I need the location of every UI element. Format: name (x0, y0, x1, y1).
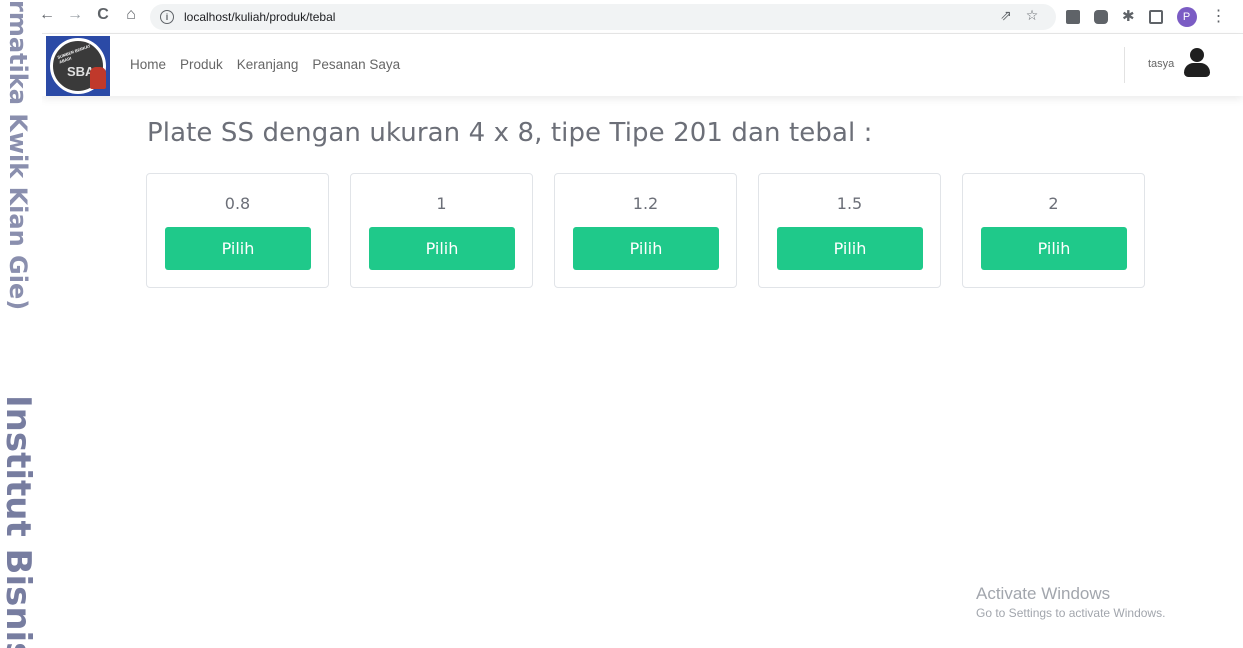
watermark-text-top: rmatika Kwik Kian Gie) (4, 0, 32, 311)
activate-windows-subtitle: Go to Settings to activate Windows. (976, 606, 1166, 620)
menu-item-keranjang[interactable]: Keranjang (237, 57, 299, 72)
thickness-card: 1.5 Pilih (758, 173, 941, 288)
address-bar[interactable]: i localhost/kuliah/produk/tebal (150, 4, 1056, 30)
browser-toolbar: ← → C ⌂ i localhost/kuliah/produk/tebal … (0, 0, 1243, 34)
user-avatar-icon[interactable] (1182, 48, 1212, 78)
browser-nav-group: ← → C ⌂ (36, 6, 142, 24)
extensions-puzzle-icon[interactable]: ✱ (1122, 9, 1135, 24)
share-icon[interactable]: ⇗ (1000, 7, 1012, 24)
extension-icon[interactable] (1066, 10, 1080, 24)
pilih-button[interactable]: Pilih (981, 227, 1127, 270)
app-navbar: SUMBER BERKAT ABADI SBA Home Produk Kera… (42, 34, 1243, 96)
site-info-icon[interactable]: i (160, 10, 174, 24)
address-actions: ⇗ ☆ (1000, 7, 1038, 24)
thickness-value: 0.8 (224, 194, 251, 213)
side-panel-icon[interactable] (1148, 10, 1163, 24)
pilih-button[interactable]: Pilih (777, 227, 923, 270)
menu-item-home[interactable]: Home (130, 57, 166, 72)
thickness-card: 2 Pilih (962, 173, 1145, 288)
pilih-button[interactable]: Pilih (573, 227, 719, 270)
thickness-value: 1.5 (836, 194, 863, 213)
logo-emblem: SUMBER BERKAT ABADI SBA (50, 38, 106, 94)
username-label[interactable]: tasya (1148, 58, 1174, 70)
reload-icon[interactable]: C (92, 6, 114, 24)
page-title: Plate SS dengan ukuran 4 x 8, tipe Tipe … (147, 118, 873, 148)
thickness-value: 2 (1048, 194, 1059, 213)
profile-avatar[interactable]: P (1176, 7, 1197, 27)
pilih-button[interactable]: Pilih (369, 227, 515, 270)
user-avatar-body (1184, 63, 1210, 77)
extension-icon-2[interactable] (1094, 10, 1108, 24)
logo-ring-text: SUMBER BERKAT ABADI (56, 43, 92, 65)
activate-windows-title: Activate Windows (976, 584, 1111, 603)
forward-icon[interactable]: → (64, 6, 86, 24)
watermark-strip: rmatika Kwik Kian Gie) Institut Bisnis (0, 0, 42, 648)
thickness-options: 0.8 Pilih 1 Pilih 1.2 Pilih 1.5 Pilih 2 … (146, 173, 1145, 288)
thickness-card: 0.8 Pilih (146, 173, 329, 288)
address-url: localhost/kuliah/produk/tebal (184, 10, 336, 24)
user-avatar-head (1190, 48, 1204, 62)
thickness-value: 1 (436, 194, 447, 213)
navbar-divider (1124, 47, 1125, 83)
activate-windows-notice: Activate Windows Go to Settings to activ… (976, 584, 1165, 620)
thickness-value: 1.2 (632, 194, 659, 213)
watermark-text-bottom: Institut Bisnis (0, 395, 38, 648)
browser-menu-icon[interactable]: ⋮ (1211, 9, 1227, 25)
menu-item-produk[interactable]: Produk (180, 57, 223, 72)
pilih-button[interactable]: Pilih (165, 227, 311, 270)
main-menu: Home Produk Keranjang Pesanan Saya (130, 57, 400, 72)
brand-logo[interactable]: SUMBER BERKAT ABADI SBA (46, 36, 110, 96)
home-icon[interactable]: ⌂ (120, 6, 142, 24)
thickness-card: 1.2 Pilih (554, 173, 737, 288)
menu-item-pesanan-saya[interactable]: Pesanan Saya (312, 57, 400, 72)
thickness-card: 1 Pilih (350, 173, 533, 288)
bookmark-star-icon[interactable]: ☆ (1026, 7, 1039, 24)
logo-person-icon (90, 67, 106, 89)
browser-extension-area: ✱ P ⋮ (1066, 7, 1227, 27)
